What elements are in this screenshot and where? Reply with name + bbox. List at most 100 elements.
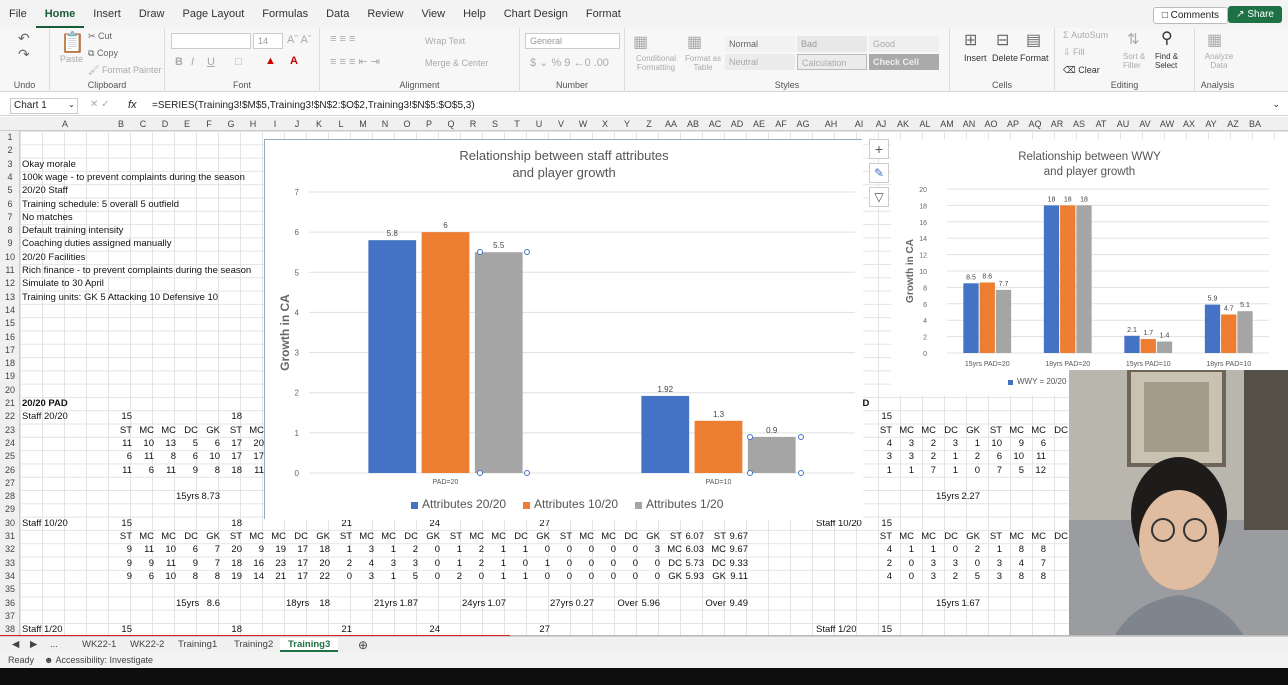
sheet-cell[interactable]: 9.67: [726, 543, 749, 556]
style-bad[interactable]: Bad: [797, 36, 867, 52]
sheet-cell[interactable]: 15: [870, 410, 892, 423]
font-size-select[interactable]: 14: [253, 33, 283, 49]
sheet-cell[interactable]: 16: [242, 557, 264, 570]
row-header[interactable]: 19: [0, 370, 20, 383]
sheet-cell[interactable]: 5: [396, 570, 418, 583]
sheet-cell[interactable]: 9.33: [726, 557, 749, 570]
sheet-cell[interactable]: 20: [242, 437, 264, 450]
sheet-cell[interactable]: Training units: GK 5 Attacking 10 Defens…: [22, 291, 218, 304]
find-select-button[interactable]: Find & Select: [1155, 52, 1189, 70]
column-header[interactable]: AQ: [1024, 117, 1046, 131]
row-header[interactable]: 5: [0, 184, 20, 197]
analyze-data-icon[interactable]: ▦: [1207, 30, 1222, 50]
function-icon[interactable]: fx: [128, 99, 137, 111]
column-header[interactable]: N: [374, 117, 396, 131]
sheet-cell[interactable]: MC: [1024, 530, 1046, 543]
row-header[interactable]: 12: [0, 277, 20, 290]
currency-icon[interactable]: $ ⌄ % 9 ←0 .00: [530, 56, 609, 69]
sheet-cell[interactable]: 0: [594, 570, 616, 583]
column-header[interactable]: B: [110, 117, 132, 131]
sheet-cell[interactable]: MC: [132, 424, 154, 437]
sheet-cell[interactable]: GK: [418, 530, 440, 543]
sheet-cell[interactable]: 10: [198, 450, 220, 463]
fill-button[interactable]: ⇩ Fill: [1063, 47, 1085, 58]
sheet-cell[interactable]: 9.49: [726, 597, 749, 610]
sheet-cell[interactable]: GK: [308, 530, 330, 543]
sheet-cell[interactable]: 3: [396, 557, 418, 570]
insert-cells-icon[interactable]: ⊞: [964, 30, 977, 50]
sheet-cell[interactable]: 6.03: [682, 543, 705, 556]
sheet-cell[interactable]: 11: [132, 450, 154, 463]
column-header[interactable]: T: [506, 117, 528, 131]
sheet-cell[interactable]: 18: [308, 597, 330, 610]
sheet-cell[interactable]: ST: [110, 530, 132, 543]
sheet-cell[interactable]: 3: [936, 557, 958, 570]
tab-data[interactable]: Data: [317, 0, 358, 28]
sheet-cell[interactable]: 13: [154, 437, 176, 450]
sheet-cell[interactable]: ST: [330, 530, 352, 543]
sheet-cell[interactable]: GK: [528, 530, 550, 543]
sheet-cell[interactable]: 0: [528, 543, 550, 556]
borders-icon[interactable]: □: [235, 56, 242, 68]
accessibility-status[interactable]: ☻ Accessibility: Investigate: [44, 655, 153, 665]
comments-button[interactable]: □ Comments: [1152, 7, 1228, 24]
row-header[interactable]: 26: [0, 464, 20, 477]
sheet-cell[interactable]: 3: [374, 557, 396, 570]
autosum-button[interactable]: Σ AutoSum: [1063, 30, 1108, 40]
sheet-cell[interactable]: 0: [330, 570, 352, 583]
tab-page-layout[interactable]: Page Layout: [173, 0, 253, 28]
tab-draw[interactable]: Draw: [130, 0, 174, 28]
sheet-cell[interactable]: 3: [352, 543, 374, 556]
sort-filter-icon[interactable]: ⇅: [1127, 30, 1140, 48]
format-as-table-button[interactable]: Format as Table: [683, 54, 723, 72]
row-header[interactable]: 14: [0, 304, 20, 317]
sheet-cell[interactable]: MC: [914, 424, 936, 437]
row-header[interactable]: 23: [0, 424, 20, 437]
column-header[interactable]: AP: [1002, 117, 1024, 131]
sheet-cell[interactable]: 0: [892, 570, 914, 583]
sheet-cell[interactable]: Coaching duties assigned manually: [22, 237, 171, 250]
sheet-cell[interactable]: 0: [418, 543, 440, 556]
sheet-cell[interactable]: 0: [616, 570, 638, 583]
sheet-cell[interactable]: 11: [154, 557, 176, 570]
column-header[interactable]: G: [220, 117, 242, 131]
sheet-cell[interactable]: 1: [506, 543, 528, 556]
row-header[interactable]: 3: [0, 158, 20, 171]
sheet-cell[interactable]: 10: [1002, 450, 1024, 463]
sheet-cell[interactable]: 7: [1024, 557, 1046, 570]
column-header[interactable]: AK: [892, 117, 914, 131]
sheet-cell[interactable]: 0: [892, 557, 914, 570]
sheet-cell[interactable]: 7: [914, 464, 936, 477]
tab-help[interactable]: Help: [454, 0, 495, 28]
sheet-cell[interactable]: ST: [704, 530, 726, 543]
sheet-cell[interactable]: 0: [572, 543, 594, 556]
column-header[interactable]: BA: [1244, 117, 1266, 131]
sheet-cell[interactable]: 17: [286, 557, 308, 570]
row-header[interactable]: 24: [0, 437, 20, 450]
column-header[interactable]: H: [242, 117, 264, 131]
sheet-cell[interactable]: ST: [220, 530, 242, 543]
sheet-cell[interactable]: 10: [980, 437, 1002, 450]
cut-button[interactable]: ✂ Cut: [88, 31, 112, 42]
sheet-cell[interactable]: 9: [176, 557, 198, 570]
sheet-cell[interactable]: 2: [870, 557, 892, 570]
sheet-cell[interactable]: 3: [980, 570, 1002, 583]
sheet-cell[interactable]: Rich finance - to prevent complaints dur…: [22, 264, 251, 277]
sheet-cell[interactable]: DC: [1046, 530, 1068, 543]
column-header[interactable]: I: [264, 117, 286, 131]
sheet-cell[interactable]: 20: [220, 543, 242, 556]
add-sheet-icon[interactable]: ⊕: [350, 638, 376, 652]
sheet-cell[interactable]: 1: [484, 570, 506, 583]
sheet-cell[interactable]: 0: [638, 570, 660, 583]
sheet-cell[interactable]: ST: [980, 424, 1002, 437]
row-header[interactable]: 31: [0, 530, 20, 543]
sheet-cell[interactable]: 9: [110, 543, 132, 556]
sheet-cell[interactable]: 1: [870, 464, 892, 477]
row-header[interactable]: 37: [0, 610, 20, 623]
sheet-cell[interactable]: 8: [198, 570, 220, 583]
sheet-cell[interactable]: Okay morale: [22, 158, 76, 171]
column-header[interactable]: K: [308, 117, 330, 131]
sheet-cell[interactable]: 9: [110, 557, 132, 570]
sheet-cell[interactable]: 1: [484, 557, 506, 570]
sheet-cell[interactable]: Staff 20/20: [22, 410, 68, 423]
